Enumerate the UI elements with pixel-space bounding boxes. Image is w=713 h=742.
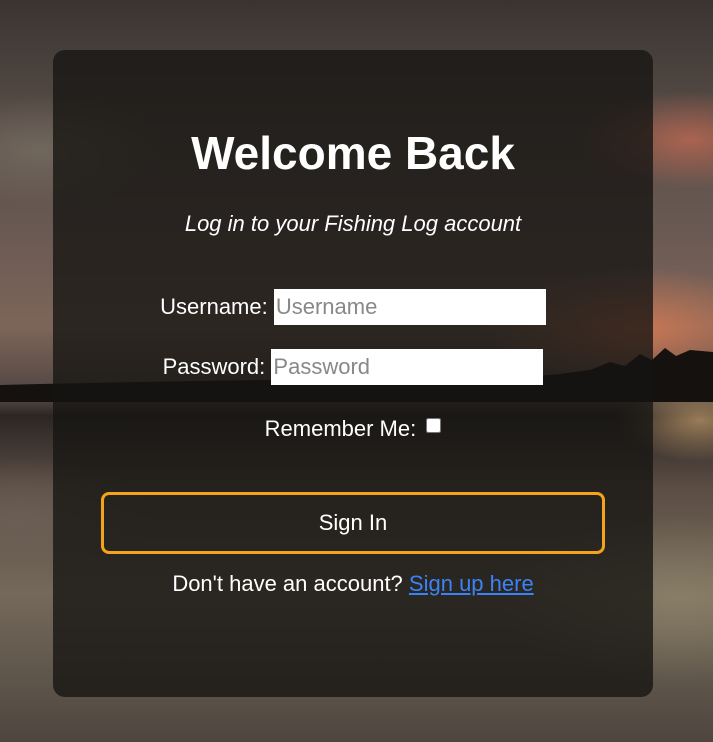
username-label: Username: — [160, 294, 268, 320]
page-title: Welcome Back — [191, 127, 515, 179]
login-card: Welcome Back Log in to your Fishing Log … — [53, 50, 653, 697]
password-input[interactable] — [271, 349, 544, 386]
remember-me-checkbox[interactable] — [426, 417, 442, 433]
sign-up-link[interactable]: Sign up here — [409, 571, 534, 596]
password-row: Password: — [53, 348, 653, 386]
sign-in-button[interactable]: Sign In — [101, 492, 605, 554]
remember-row: Remember Me: — [53, 410, 653, 447]
page-subtitle: Log in to your Fishing Log account — [184, 211, 522, 236]
signup-prompt-row: Don't have an account? Sign up here — [53, 568, 653, 600]
username-input[interactable] — [273, 289, 546, 326]
password-label: Password: — [162, 354, 266, 380]
username-row: Username: — [53, 288, 653, 326]
signup-prompt-text: Don't have an account? — [172, 571, 403, 596]
remember-me-label: Remember Me: — [264, 416, 417, 442]
